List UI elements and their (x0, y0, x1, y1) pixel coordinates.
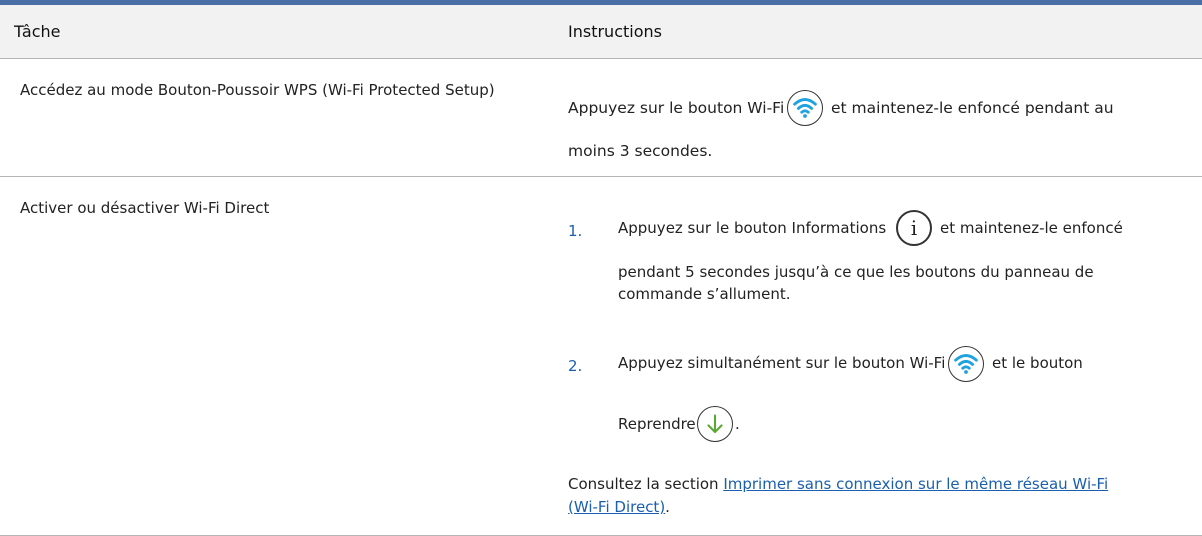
wifi-direct-section-link-cont[interactable]: (Wi-Fi Direct) (568, 498, 665, 516)
row1-task: Accédez au mode Bouton-Poussoir WPS (Wi-… (20, 81, 495, 99)
step-1-text-end: et maintenez-le enfoncé (940, 219, 1123, 237)
step-2-text-end: et le bouton (992, 354, 1083, 372)
note-suffix: . (665, 498, 670, 516)
row1-instruction-line2: moins 3 secondes. (568, 142, 713, 160)
row1-instruction-end: et maintenez-le enfoncé pendant au (831, 99, 1114, 117)
step-1-line3: commande s’allument. (618, 285, 791, 303)
note-prefix: Consultez la section (568, 475, 724, 493)
resume-arrow-icon (697, 406, 733, 442)
step-1-text-start: Appuyez sur le bouton Informations (618, 219, 887, 237)
svg-text:i: i (911, 217, 917, 240)
wifi-direct-section-link[interactable]: Imprimer sans connexion sur le même rése… (723, 475, 1108, 493)
row-divider (0, 176, 1202, 177)
row1-instruction-start: Appuyez sur le bouton Wi-Fi (568, 99, 785, 117)
wifi-icon (787, 90, 823, 126)
header-task: Tâche (14, 22, 61, 41)
row2-task: Activer ou désactiver Wi-Fi Direct (20, 199, 270, 217)
header-instructions: Instructions (568, 22, 662, 41)
step-2-text-start: Appuyez simultanément sur le bouton Wi-F… (618, 354, 946, 372)
step-1-line2: pendant 5 secondes jusqu’à ce que les bo… (618, 263, 1094, 281)
see-section-note: Consultez la section Imprimer sans conne… (568, 473, 1202, 519)
step-2-line2: Reprendre (618, 415, 696, 433)
wifi-icon (948, 346, 984, 382)
step-2-line2-end: . (735, 415, 740, 433)
info-icon: i (896, 210, 932, 246)
step-1-number: 1. (568, 222, 583, 240)
table-header-row: Tâche Instructions (0, 5, 1202, 59)
step-2-number: 2. (568, 357, 583, 375)
